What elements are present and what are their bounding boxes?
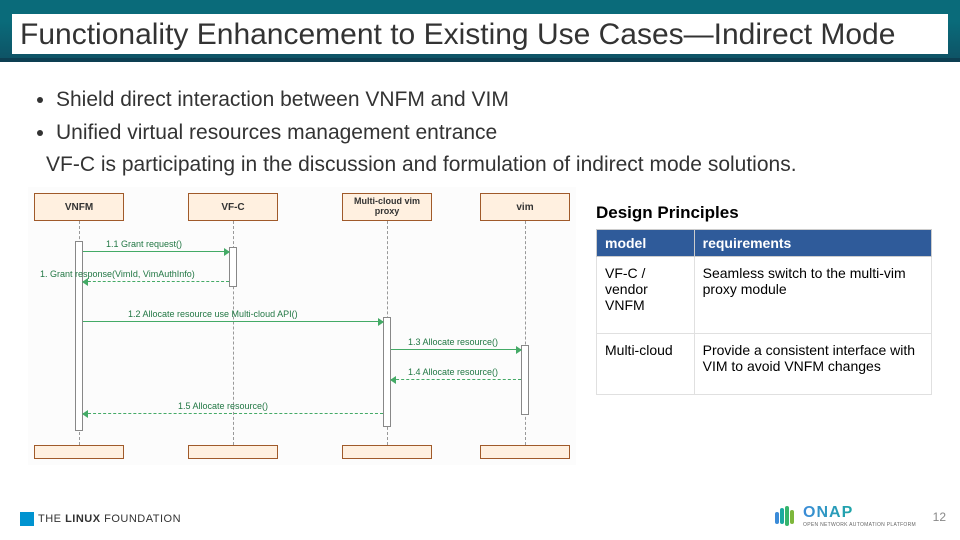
sequence-diagram: VNFM VF-C Multi-cloud vim proxy vim 1.1 … [28,187,576,465]
msg-arrow [83,281,229,282]
lifeline-bottom [342,445,432,459]
lifeline-vim: vim [480,193,570,221]
bullet-item: Shield direct interaction between VNFM a… [56,84,932,117]
slide-title: Functionality Enhancement to Existing Us… [12,14,948,54]
msg-arrow [391,379,521,380]
msg-label: 1.1 Grant request() [106,239,182,249]
table-row: VF-C / vendor VNFM Seamless switch to th… [597,257,932,334]
msg-label: 1. Grant response(VimId, VimAuthInfo) [40,269,195,279]
msg-label: 1.2 Allocate resource use Multi-cloud AP… [128,309,298,319]
onap-text: ONAP [803,504,916,522]
activation [521,345,529,415]
msg-label: 1.3 Allocate resource() [408,337,498,347]
lifeline-bottom [34,445,124,459]
note-text: VF-C is participating in the discussion … [46,153,932,177]
onap-logo: ONAP OPEN NETWORK AUTOMATION PLATFORM [775,504,916,528]
bullet-list: Shield direct interaction between VNFM a… [28,84,932,149]
page-number: 12 [933,510,946,524]
table-header-req: requirements [694,230,931,257]
table-header-model: model [597,230,695,257]
linux-foundation-text: THETHE LINUX FOUNDATION LINUX FOUNDATION [38,513,181,525]
msg-arrow [83,321,383,322]
bullet-item: Unified virtual resources management ent… [56,117,932,150]
activation [383,317,391,427]
cell-model: VF-C / vendor VNFM [597,257,695,334]
design-principles-heading: Design Principles [596,203,932,223]
lifeline-bottom [188,445,278,459]
footer: THETHE LINUX FOUNDATION LINUX FOUNDATION… [0,504,960,530]
cell-req: Seamless switch to the multi-vim proxy m… [694,257,931,334]
msg-arrow [391,349,521,350]
msg-label: 1.4 Allocate resource() [408,367,498,377]
lifeline-multicloud: Multi-cloud vim proxy [342,193,432,221]
msg-arrow [83,251,229,252]
lifeline-bottom [480,445,570,459]
onap-icon [775,506,797,526]
lifeline-vnfm: VNFM [34,193,124,221]
cell-model: Multi-cloud [597,334,695,395]
logo-square-icon [20,512,34,526]
msg-label: 1.5 Allocate resource() [178,401,268,411]
activation [229,247,237,287]
table-row: Multi-cloud Provide a consistent interfa… [597,334,932,395]
lifeline-vfc: VF-C [188,193,278,221]
cell-req: Provide a consistent interface with VIM … [694,334,931,395]
onap-subtext: OPEN NETWORK AUTOMATION PLATFORM [803,522,916,528]
slide-body: Shield direct interaction between VNFM a… [0,62,960,465]
linux-foundation-logo: THETHE LINUX FOUNDATION LINUX FOUNDATION [20,512,181,526]
design-principles-table: model requirements VF-C / vendor VNFM Se… [596,229,932,395]
msg-arrow [83,413,383,414]
